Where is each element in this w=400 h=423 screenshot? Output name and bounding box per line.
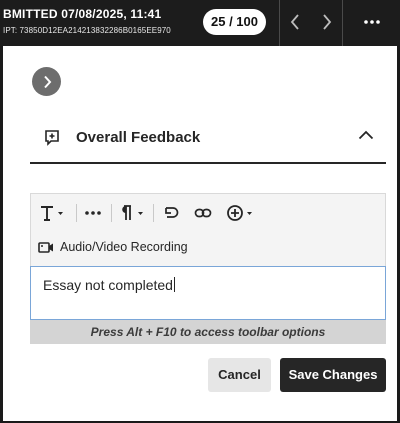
toolbar-separator — [76, 204, 77, 222]
editor-toolbar — [30, 193, 386, 230]
audio-video-recording-label: Audio/Video Recording — [60, 240, 188, 254]
save-changes-button[interactable]: Save Changes — [280, 358, 386, 392]
overall-feedback-header[interactable]: Overall Feedback — [30, 118, 386, 164]
more-options-button[interactable] — [358, 8, 386, 36]
insert-link-button[interactable] — [194, 202, 212, 224]
ellipsis-icon — [85, 211, 101, 215]
link-icon — [194, 208, 212, 218]
feedback-icon — [45, 130, 59, 146]
text-format-button[interactable] — [39, 202, 65, 224]
next-button[interactable] — [313, 8, 341, 36]
feedback-text-input[interactable]: Essay not completed — [30, 266, 386, 320]
header-divider — [342, 0, 343, 46]
toolbar-access-hint: Press Alt + F10 to access toolbar option… — [30, 320, 386, 344]
more-formatting-button[interactable] — [84, 202, 102, 224]
text-format-icon — [41, 206, 63, 221]
submission-status: BMITTED 07/08/2025, 11:41 — [3, 7, 162, 21]
chevron-left-icon — [290, 14, 299, 30]
undo-button[interactable] — [162, 202, 180, 224]
feedback-text-value: Essay not completed — [43, 277, 175, 293]
text-caret — [173, 277, 175, 292]
toolbar-separator — [153, 204, 154, 222]
previous-button[interactable] — [281, 8, 309, 36]
video-camera-icon — [38, 242, 53, 253]
receipt-id: IPT: 73850D12EA214213832286B0165EE970 — [3, 26, 171, 35]
add-circle-icon — [227, 205, 252, 221]
toolbar-separator — [111, 204, 112, 222]
paragraph-button[interactable] — [117, 202, 145, 224]
chevron-right-circle-icon — [43, 75, 51, 88]
expand-panel-button[interactable] — [32, 67, 61, 96]
more-horizontal-icon — [364, 20, 380, 24]
audio-video-recording-button[interactable]: Audio/Video Recording — [30, 230, 386, 266]
paragraph-icon — [122, 205, 143, 220]
undo-icon — [165, 207, 179, 218]
overall-feedback-title: Overall Feedback — [76, 129, 201, 146]
feedback-editor: Audio/Video Recording Essay not complete… — [30, 193, 386, 348]
header-divider — [279, 0, 280, 46]
insert-content-button[interactable] — [226, 202, 256, 224]
cancel-button[interactable]: Cancel — [208, 358, 271, 392]
chevron-up-icon[interactable] — [358, 130, 374, 140]
grading-header: BMITTED 07/08/2025, 11:41 IPT: 73850D12E… — [0, 0, 400, 46]
chevron-right-icon — [323, 14, 332, 30]
submission-counter: 25 / 100 — [203, 9, 266, 35]
